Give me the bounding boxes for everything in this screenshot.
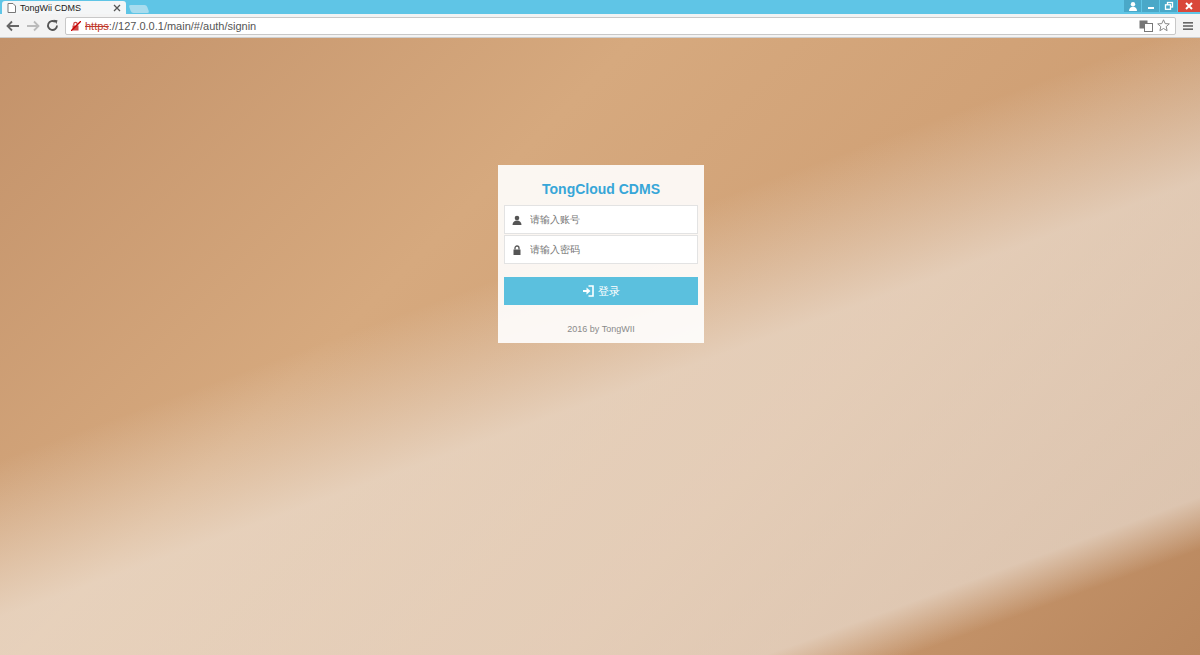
new-tab-button[interactable] — [129, 5, 150, 13]
menu-icon[interactable] — [1182, 20, 1194, 32]
login-footer: 2016 by TongWII — [504, 324, 698, 334]
bookmark-star-icon[interactable] — [1157, 19, 1170, 32]
url-text: https://127.0.0.1/main/#/auth/signin — [85, 20, 256, 32]
login-button-label: 登录 — [598, 284, 620, 299]
back-arrow-icon[interactable] — [6, 20, 20, 32]
forward-arrow-icon[interactable] — [26, 20, 40, 32]
insecure-lock-icon — [71, 21, 81, 31]
close-window-button[interactable] — [1178, 0, 1200, 12]
login-title: TongCloud CDMS — [504, 181, 698, 197]
close-tab-icon[interactable] — [113, 4, 121, 12]
password-input[interactable] — [530, 240, 690, 259]
login-fields — [504, 205, 698, 264]
browser-window: TongWii CDMS https://127.0.0.1/main/#/aut… — [0, 0, 1200, 655]
restore-icon — [1164, 1, 1174, 11]
minimize-button[interactable] — [1142, 0, 1159, 12]
minimize-icon — [1146, 1, 1156, 11]
close-icon — [1184, 1, 1194, 11]
profile-button[interactable] — [1124, 0, 1141, 12]
url-path: ://127.0.0.1/main/#/auth/signin — [109, 20, 256, 32]
url-scheme: https — [85, 20, 109, 32]
browser-tab[interactable]: TongWii CDMS — [2, 1, 126, 14]
restore-button[interactable] — [1160, 0, 1177, 12]
tab-strip: TongWii CDMS — [0, 0, 1200, 14]
window-controls — [1124, 0, 1200, 12]
sign-in-icon — [582, 285, 594, 297]
lock-icon — [512, 245, 522, 255]
account-input[interactable] — [530, 210, 690, 229]
address-toolbar: https://127.0.0.1/main/#/auth/signin — [0, 14, 1200, 38]
login-field — [504, 205, 698, 234]
login-button[interactable]: 登录 — [504, 277, 698, 305]
login-field — [504, 235, 698, 264]
login-card: TongCloud CDMS 登录 2016 by TongWII — [498, 165, 704, 343]
reload-icon[interactable] — [46, 19, 59, 32]
translate-icon[interactable] — [1139, 20, 1153, 32]
tab-title: TongWii CDMS — [20, 2, 109, 14]
background-photo: TongCloud CDMS 登录 2016 by TongWII — [0, 38, 1200, 655]
user-icon — [512, 215, 522, 225]
page-icon — [7, 3, 16, 13]
address-bar[interactable]: https://127.0.0.1/main/#/auth/signin — [65, 17, 1176, 35]
user-icon — [1128, 1, 1138, 11]
